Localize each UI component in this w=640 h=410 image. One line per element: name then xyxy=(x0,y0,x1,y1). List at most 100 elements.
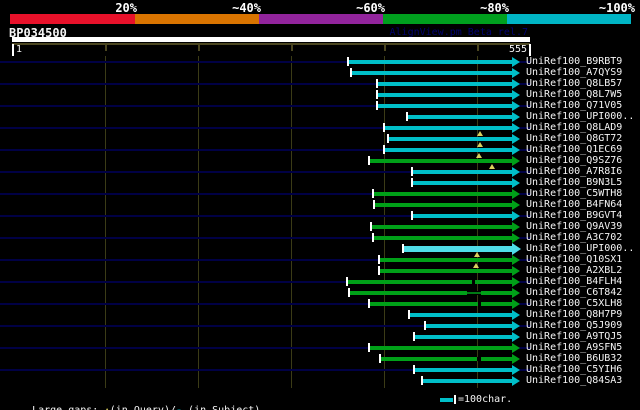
alignment-bar[interactable] xyxy=(413,214,512,218)
scale-segment-identity-60 xyxy=(259,14,383,24)
alignment-bar[interactable] xyxy=(352,71,512,75)
alignment-bar[interactable] xyxy=(349,60,512,64)
alignment-bar[interactable] xyxy=(374,236,512,240)
alignment-arrow-icon xyxy=(512,332,520,342)
scale-label-identity-20: 20% xyxy=(115,1,137,15)
alignment-arrow-icon xyxy=(512,57,520,67)
alignment-row: UniRef100_B9N3L5 xyxy=(0,177,640,188)
alignment-row: UniRef100_Q9SZ76 xyxy=(0,153,640,166)
alignment-label[interactable]: UniRef100_Q8LAD9 xyxy=(526,122,622,133)
alignment-row: UniRef100_C5XLH8 xyxy=(0,298,640,309)
alignment-row: UniRef100_Q71V05 xyxy=(0,100,640,111)
alignment-arrow-icon xyxy=(512,299,520,309)
alignment-row: UniRef100_B4FLH4 xyxy=(0,276,640,287)
subject-gap-marker xyxy=(472,280,475,284)
alignment-label[interactable]: UniRef100_A7R8I6 xyxy=(526,166,622,177)
alignment-label[interactable]: UniRef100_B9GVT4 xyxy=(526,210,622,221)
alignment-label[interactable]: UniRef100_UPI000.. xyxy=(526,111,634,122)
alignment-label[interactable]: UniRef100_A7QYS9 xyxy=(526,67,622,78)
alignment-label[interactable]: UniRef100_B4FLH4 xyxy=(526,276,622,287)
alignment-label[interactable]: UniRef100_Q5J909 xyxy=(526,320,622,331)
alignment-bar[interactable] xyxy=(348,280,512,284)
alignment-row: UniRef100_UPI000.. xyxy=(0,111,640,122)
alignment-bar[interactable] xyxy=(415,368,512,372)
alignment-bar[interactable] xyxy=(385,126,512,130)
alignment-label[interactable]: UniRef100_Q8H7P9 xyxy=(526,309,622,320)
alignment-label[interactable]: UniRef100_B9RBT9 xyxy=(526,56,622,67)
alignment-row: UniRef100_Q10SX1 xyxy=(0,252,640,265)
alignment-label[interactable]: UniRef100_B4FN64 xyxy=(526,199,622,210)
alignment-bar[interactable] xyxy=(413,170,512,174)
alignment-label[interactable]: UniRef100_C5WTH8 xyxy=(526,188,622,199)
alignment-bar[interactable] xyxy=(374,192,512,196)
alignment-label[interactable]: UniRef100_C5XLH8 xyxy=(526,298,622,309)
alignment-arrow-icon xyxy=(512,123,520,133)
alignment-label[interactable]: UniRef100_UPI000.. xyxy=(526,243,634,254)
alignment-arrow-icon xyxy=(512,310,520,320)
alignment-arrow-icon xyxy=(512,167,520,177)
alignment-label[interactable]: UniRef100_Q8GT72 xyxy=(526,133,622,144)
alignment-label[interactable]: UniRef100_Q84SA3 xyxy=(526,375,622,386)
alignment-bar[interactable] xyxy=(378,82,512,86)
alignment-bar[interactable] xyxy=(413,181,512,185)
alignment-bar[interactable] xyxy=(381,357,512,361)
alignment-bar[interactable] xyxy=(385,148,512,152)
alignment-label[interactable]: UniRef100_Q10SX1 xyxy=(526,254,622,265)
alignment-label[interactable]: UniRef100_A9TQJ5 xyxy=(526,331,622,342)
alignment-bar[interactable] xyxy=(380,269,512,273)
alignment-arrow-icon xyxy=(512,277,520,287)
alignment-arrow-icon xyxy=(512,68,520,78)
alignment-bar[interactable] xyxy=(404,246,512,252)
gap-legend: Large gaps: ▲(in Query)/- (in Subject) xyxy=(8,394,260,410)
subject-gap-marker xyxy=(477,357,481,361)
alignment-label[interactable]: UniRef100_C5YIH6 xyxy=(526,364,622,375)
alignment-label[interactable]: UniRef100_A3C702 xyxy=(526,232,622,243)
query-gap-marker-icon xyxy=(473,263,479,268)
alignment-arrow-icon xyxy=(512,354,520,364)
alignment-bar[interactable] xyxy=(378,93,512,97)
alignment-bar[interactable] xyxy=(389,137,512,141)
alignment-label[interactable]: UniRef100_Q8LB57 xyxy=(526,78,622,89)
query-gap-marker-icon xyxy=(477,131,483,136)
alignment-label[interactable]: UniRef100_Q71V05 xyxy=(526,100,622,111)
alignment-label[interactable]: UniRef100_B6UB32 xyxy=(526,353,622,364)
alignment-row: UniRef100_C5WTH8 xyxy=(0,188,640,199)
alignment-bar[interactable] xyxy=(378,104,512,108)
alignment-row: UniRef100_A9SFN5 xyxy=(0,342,640,353)
ruler-start-pipe xyxy=(12,44,14,56)
alignment-arrow-icon xyxy=(512,90,520,100)
query-gap-marker-icon xyxy=(477,142,483,147)
alignment-label[interactable]: UniRef100_Q1EC69 xyxy=(526,144,622,155)
alignment-label[interactable]: UniRef100_A9SFN5 xyxy=(526,342,622,353)
alignment-row: UniRef100_A3C702 xyxy=(0,232,640,243)
identity-scale-bar xyxy=(0,14,640,24)
alignment-bar[interactable] xyxy=(370,159,512,163)
alignment-row: UniRef100_Q8GT72 xyxy=(0,131,640,144)
alignment-arrow-icon xyxy=(512,79,520,89)
alignment-bar[interactable] xyxy=(410,313,512,317)
alignment-label[interactable]: UniRef100_Q9AV39 xyxy=(526,221,622,232)
alignment-label[interactable]: UniRef100_A2XBL2 xyxy=(526,265,622,276)
alignment-label[interactable]: UniRef100_Q9SZ76 xyxy=(526,155,622,166)
scale-segment-identity-100 xyxy=(507,14,631,24)
alignment-bar[interactable] xyxy=(423,379,512,383)
alignment-arrow-icon xyxy=(512,376,520,386)
alignment-label[interactable]: UniRef100_B9N3L5 xyxy=(526,177,622,188)
alignment-bar[interactable] xyxy=(375,203,512,207)
scale-sample-tick xyxy=(454,395,456,404)
alignment-bar[interactable] xyxy=(370,302,512,306)
alignment-label[interactable]: UniRef100_Q8L7W5 xyxy=(526,89,622,100)
alignment-arrow-icon xyxy=(512,112,520,122)
ruler-end-pipe xyxy=(529,44,531,56)
alignment-label[interactable]: UniRef100_C6T842 xyxy=(526,287,622,298)
alignment-bar[interactable] xyxy=(350,291,512,295)
alignment-arrow-icon xyxy=(512,233,520,243)
alignment-bar[interactable] xyxy=(415,335,512,339)
alignment-row: UniRef100_Q8L7W5 xyxy=(0,89,640,100)
alignment-bar[interactable] xyxy=(408,115,512,119)
alignment-arrow-icon xyxy=(512,288,520,298)
alignment-bar[interactable] xyxy=(372,225,512,229)
alignment-bar[interactable] xyxy=(380,258,512,262)
alignment-bar[interactable] xyxy=(426,324,512,328)
alignment-bar[interactable] xyxy=(370,346,512,350)
